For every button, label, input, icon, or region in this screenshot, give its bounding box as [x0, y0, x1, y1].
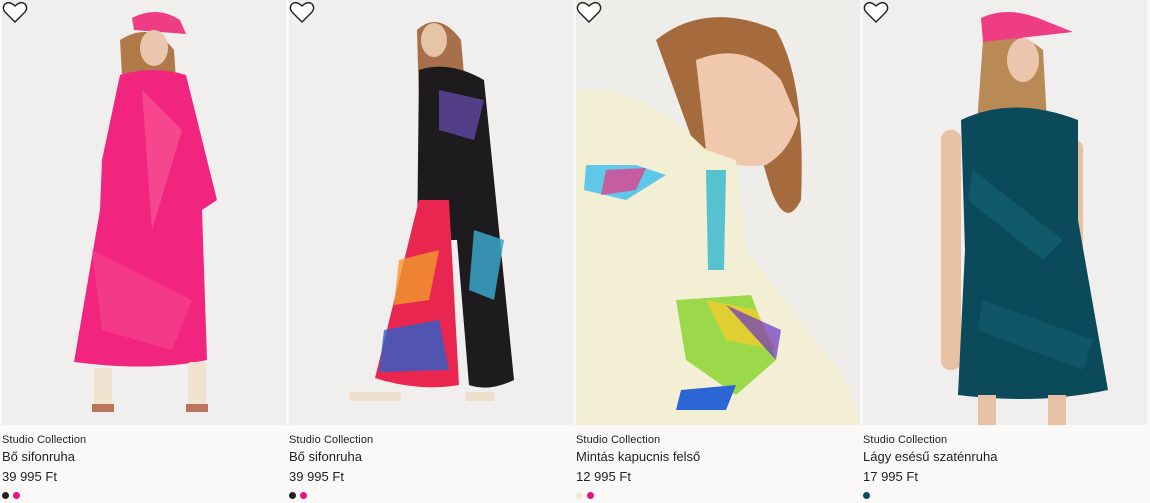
color-swatches [576, 492, 594, 499]
color-swatches [863, 492, 870, 499]
color-swatches [289, 492, 307, 499]
color-swatch[interactable] [13, 492, 20, 499]
heart-outline-icon[interactable] [863, 0, 889, 24]
heart-outline-icon[interactable] [576, 0, 602, 24]
product-grid: Studio Collection Bő sifonruha 39 995 Ft [0, 0, 1150, 503]
product-image[interactable] [576, 0, 860, 425]
product-name[interactable]: Bő sifonruha [289, 449, 362, 464]
color-swatches [2, 492, 20, 499]
product-card[interactable]: Studio Collection Bő sifonruha 39 995 Ft [2, 0, 286, 503]
product-brand: Studio Collection [576, 434, 661, 446]
color-swatch[interactable] [863, 492, 870, 499]
product-card[interactable]: Studio Collection Bő sifonruha 39 995 Ft [289, 0, 573, 503]
product-price: 17 995 Ft [863, 469, 918, 484]
product-image[interactable] [863, 0, 1147, 425]
product-image[interactable] [289, 0, 573, 425]
product-brand: Studio Collection [2, 434, 87, 446]
product-image[interactable] [2, 0, 286, 425]
product-name[interactable]: Mintás kapucnis felső [576, 449, 700, 464]
color-swatch[interactable] [300, 492, 307, 499]
color-swatch[interactable] [289, 492, 296, 499]
product-brand: Studio Collection [289, 434, 374, 446]
product-price: 12 995 Ft [576, 469, 631, 484]
product-price: 39 995 Ft [2, 469, 57, 484]
heart-outline-icon[interactable] [289, 0, 315, 24]
color-swatch[interactable] [576, 492, 583, 499]
product-name[interactable]: Lágy esésű szaténruha [863, 449, 997, 464]
product-name[interactable]: Bő sifonruha [2, 449, 75, 464]
product-brand: Studio Collection [863, 434, 948, 446]
product-price: 39 995 Ft [289, 469, 344, 484]
heart-outline-icon[interactable] [2, 0, 28, 24]
product-card[interactable]: Studio Collection Mintás kapucnis felső … [576, 0, 860, 503]
color-swatch[interactable] [2, 492, 9, 499]
color-swatch[interactable] [587, 492, 594, 499]
product-card[interactable]: Studio Collection Lágy esésű szaténruha … [863, 0, 1147, 503]
